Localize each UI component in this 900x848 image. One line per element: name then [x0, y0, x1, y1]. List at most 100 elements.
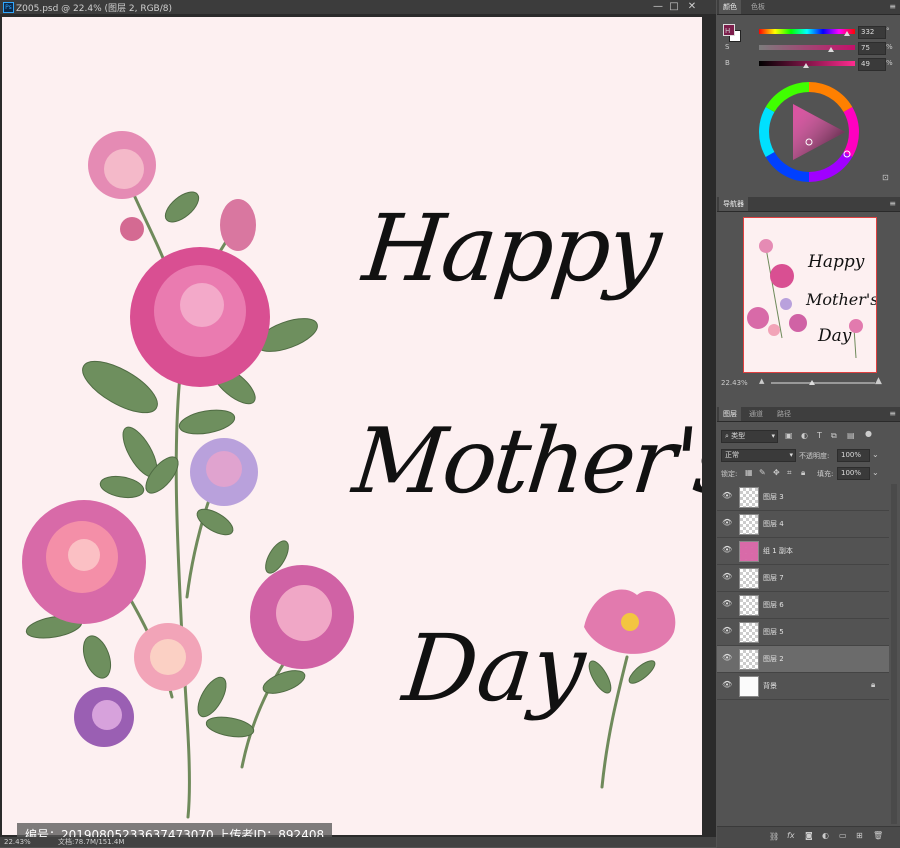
chevron-down-icon: ▾ [789, 451, 793, 459]
layer-name[interactable]: 图层 4 [763, 519, 784, 529]
navigator-panel-tabs: 导航器 ≡ [717, 197, 900, 212]
saturation-value[interactable]: 75 [858, 42, 886, 55]
eye-icon[interactable]: 👁︎ [722, 600, 732, 608]
tab-paths[interactable]: 路径 [773, 407, 795, 421]
pixel-filter-icon[interactable]: ▣ [785, 431, 793, 440]
layer-name[interactable]: 图层 2 [763, 654, 784, 664]
brightness-label: B [725, 59, 730, 67]
adjustment-icon[interactable]: ◐ [822, 831, 829, 840]
color-panel-tabs: 颜色 色板 ≡ [717, 0, 900, 15]
eye-icon[interactable]: 👁︎ [722, 681, 732, 689]
hue-thumb[interactable] [844, 31, 851, 36]
blend-mode-select[interactable]: 正常 ▾ [721, 449, 796, 462]
layer-name[interactable]: 图层 5 [763, 627, 784, 637]
minimize-button[interactable]: — [650, 0, 666, 13]
fill-label: 填充: [817, 470, 834, 478]
canvas-area[interactable]: Happy Mother's Day 编号：201908052336374730… [0, 15, 716, 847]
layer-row-selected[interactable]: 👁︎ 图层 2 [717, 646, 889, 673]
layer-row[interactable]: 👁︎ 图层 7 [717, 565, 889, 592]
lock-pixels-icon[interactable]: ✎ [759, 468, 766, 477]
navigator-preview[interactable]: Happy Mother's Day [743, 217, 877, 373]
tab-swatches[interactable]: 色板 [747, 0, 769, 14]
filter-toggle-icon[interactable]: ● [865, 429, 872, 438]
saturation-track[interactable] [759, 45, 855, 50]
adjustment-filter-icon[interactable]: ◐ [801, 431, 808, 440]
link-icon[interactable]: ⛓︎ [769, 832, 779, 841]
layer-name[interactable]: 组 1 副本 [763, 546, 793, 556]
document-canvas[interactable]: Happy Mother's Day [2, 17, 702, 835]
layer-thumbnail [739, 622, 759, 643]
opacity-input[interactable]: 100% [837, 449, 870, 462]
tab-layers[interactable]: 图层 [719, 407, 741, 421]
layer-name[interactable]: 图层 3 [763, 492, 784, 502]
mask-icon[interactable]: ◙ [805, 831, 813, 840]
maximize-button[interactable]: □ [666, 0, 682, 13]
chevron-down-icon[interactable]: ⌄ [872, 468, 879, 477]
layer-row[interactable]: 👁︎ 图层 5 [717, 619, 889, 646]
tab-navigator[interactable]: 导航器 [719, 197, 748, 211]
navigator-zoom-slider[interactable] [771, 382, 875, 384]
saturation-slider[interactable]: S 75 % [721, 42, 897, 55]
tab-color[interactable]: 颜色 [719, 0, 741, 14]
document-size[interactable]: 文档:78.7M/151.4M [58, 837, 124, 847]
eye-icon[interactable]: 👁︎ [722, 519, 732, 527]
color-wheel[interactable] [757, 80, 861, 184]
navigator-zoom[interactable]: 22.43% [721, 379, 748, 387]
greeting-mothers: Mother's [348, 409, 702, 514]
zoom-level[interactable]: 22.43% [4, 837, 31, 847]
layers-footer: ⛓︎ fx ◙ ◐ ▭ ⊞ 🗑︎ [717, 826, 900, 848]
expand-icon[interactable]: ⊡ [882, 173, 889, 182]
brightness-thumb[interactable] [803, 63, 810, 68]
hue-value[interactable]: 332 [858, 26, 886, 39]
hue-slider[interactable]: H 332 ° [721, 26, 897, 39]
close-button[interactable]: ✕ [684, 0, 700, 13]
lock-artboard-icon[interactable]: ⌗ [787, 468, 792, 478]
layer-row[interactable]: 👁︎ 组 1 副本 [717, 538, 889, 565]
layer-row[interactable]: 👁︎ 图层 3 [717, 484, 889, 511]
brightness-slider[interactable]: B 49 % [721, 58, 897, 71]
layer-name[interactable]: 背景 [763, 681, 777, 691]
eye-icon[interactable]: 👁︎ [722, 573, 732, 581]
layer-row[interactable]: 👁︎ 图层 4 [717, 511, 889, 538]
layer-row[interactable]: 👁︎ 图层 6 [717, 592, 889, 619]
smart-object-filter-icon[interactable]: ▤ [847, 431, 855, 440]
lock-transparency-icon[interactable]: ▦ [745, 468, 753, 477]
navigator-text-happy: Happy [808, 252, 865, 272]
layer-name[interactable]: 图层 6 [763, 600, 784, 610]
hue-label: H [725, 27, 731, 35]
layer-filter-select[interactable]: ⌕ 类型 ▾ [721, 430, 778, 443]
saturation-thumb[interactable] [828, 47, 834, 52]
eye-icon[interactable]: 👁︎ [722, 654, 732, 662]
layer-list-scrollbar[interactable] [891, 484, 897, 824]
tab-channels[interactable]: 通道 [745, 407, 767, 421]
trash-icon[interactable]: 🗑︎ [873, 831, 883, 840]
type-filter-icon[interactable]: T [817, 431, 822, 440]
eye-icon[interactable]: 👁︎ [722, 627, 732, 635]
panel-menu-icon[interactable]: ≡ [889, 0, 896, 14]
hue-unit: ° [886, 27, 890, 35]
eye-icon[interactable]: 👁︎ [722, 546, 732, 554]
hue-track[interactable] [759, 29, 855, 34]
eye-icon[interactable]: 👁︎ [722, 492, 732, 500]
layer-name[interactable]: 图层 7 [763, 573, 784, 583]
panel-menu-icon[interactable]: ≡ [889, 407, 896, 421]
panel-menu-icon[interactable]: ≡ [889, 197, 896, 211]
chevron-down-icon[interactable]: ⌄ [872, 450, 879, 459]
lock-position-icon[interactable]: ✥ [773, 468, 780, 477]
zoom-out-icon[interactable]: ▲ [759, 377, 764, 385]
navigator-text-day: Day [818, 326, 852, 346]
document-tab[interactable]: Ps Z005.psd @ 22.4% (图层 2, RGB/8) — □ ✕ [0, 0, 716, 15]
fx-icon[interactable]: fx [787, 831, 795, 840]
folder-icon[interactable]: ▭ [839, 831, 847, 840]
layer-row[interactable]: 👁︎ 背景 🔒︎ [717, 673, 889, 700]
new-layer-icon[interactable]: ⊞ [856, 831, 863, 840]
shape-filter-icon[interactable]: ⧉ [831, 431, 837, 441]
layer-thumbnail [739, 676, 759, 697]
zoom-in-icon[interactable]: ▲ [875, 376, 882, 386]
lock-icon: 🔒︎ [871, 680, 876, 689]
rose-bud [220, 199, 256, 251]
fill-input[interactable]: 100% [837, 467, 870, 480]
brightness-value[interactable]: 49 [858, 58, 886, 71]
lock-all-icon[interactable]: 🔒︎ [801, 468, 805, 478]
navigator-zoom-thumb[interactable] [809, 380, 815, 385]
